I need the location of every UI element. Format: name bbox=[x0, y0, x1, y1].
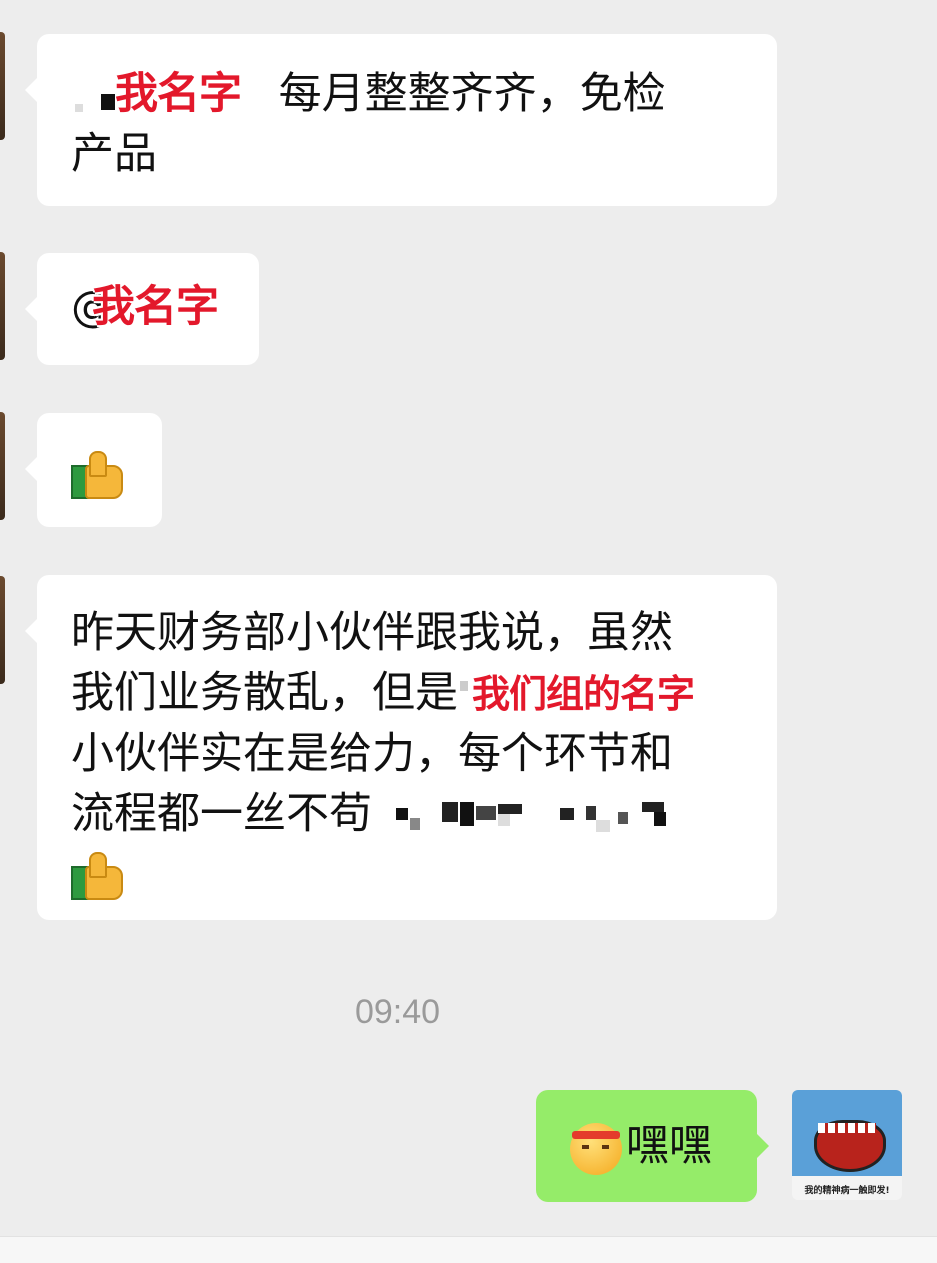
message-bubble-incoming[interactable]: @我名字 bbox=[25, 253, 259, 365]
message-line: 我名字 每月整整齐齐，免检 bbox=[71, 64, 743, 124]
sender-avatar[interactable] bbox=[0, 412, 5, 520]
avatar-teeth bbox=[818, 1123, 876, 1133]
message-text: 我们业务散乱，但是 bbox=[71, 668, 458, 718]
redaction-label: 我名字 bbox=[115, 69, 242, 119]
my-avatar[interactable]: 我的精神病一触即发! bbox=[792, 1090, 902, 1200]
message-line: @我名字 bbox=[71, 277, 225, 337]
mosaic-redaction bbox=[390, 798, 680, 836]
thumbs-up-icon bbox=[71, 851, 123, 902]
message-bubble-incoming[interactable]: 我名字 每月整整齐齐，免检 产品 bbox=[25, 34, 777, 206]
thumbs-up-icon bbox=[71, 450, 123, 501]
timestamp: 09:40 bbox=[354, 993, 441, 1031]
message-line bbox=[71, 844, 743, 904]
message-text: 流程都一丝不苟 bbox=[71, 789, 372, 839]
message-line: 昨天财务部小伙伴跟我说，虽然 bbox=[71, 608, 673, 658]
message-line: 我们业务散乱，但是 我们组的名字 bbox=[71, 663, 743, 724]
message-text: 每月整整齐齐，免检 bbox=[278, 69, 666, 119]
mosaic-redaction bbox=[71, 78, 115, 116]
message-bubble-incoming[interactable] bbox=[25, 413, 162, 527]
sender-avatar[interactable] bbox=[0, 32, 5, 140]
message-text: 嘿嘿 bbox=[626, 1121, 712, 1171]
mosaic-redaction bbox=[458, 677, 472, 715]
saluting-face-icon bbox=[570, 1122, 622, 1175]
avatar-caption: 我的精神病一触即发! bbox=[804, 1186, 890, 1196]
message-line: 产品 bbox=[71, 129, 157, 179]
message-bubble-outgoing[interactable]: 嘿嘿 bbox=[536, 1090, 769, 1202]
sender-avatar[interactable] bbox=[0, 252, 5, 360]
input-bar-edge bbox=[0, 1236, 937, 1263]
sender-avatar[interactable] bbox=[0, 576, 5, 684]
chat-view: 我名字 每月整整齐齐，免检 产品 @我名字 昨天财务部小伙伴跟我说，虽然 我们业… bbox=[0, 0, 937, 1263]
message-line: 小伙伴实在是给力，每个环节和 bbox=[71, 729, 673, 779]
message-bubble-incoming[interactable]: 昨天财务部小伙伴跟我说，虽然 我们业务散乱，但是 我们组的名字 小伙伴实在是给力，… bbox=[25, 575, 777, 920]
message-line: 流程都一丝不苟 bbox=[71, 784, 743, 844]
redaction-label: 我们组的名字 bbox=[472, 672, 695, 716]
redaction-label: 我名字 bbox=[92, 282, 219, 332]
